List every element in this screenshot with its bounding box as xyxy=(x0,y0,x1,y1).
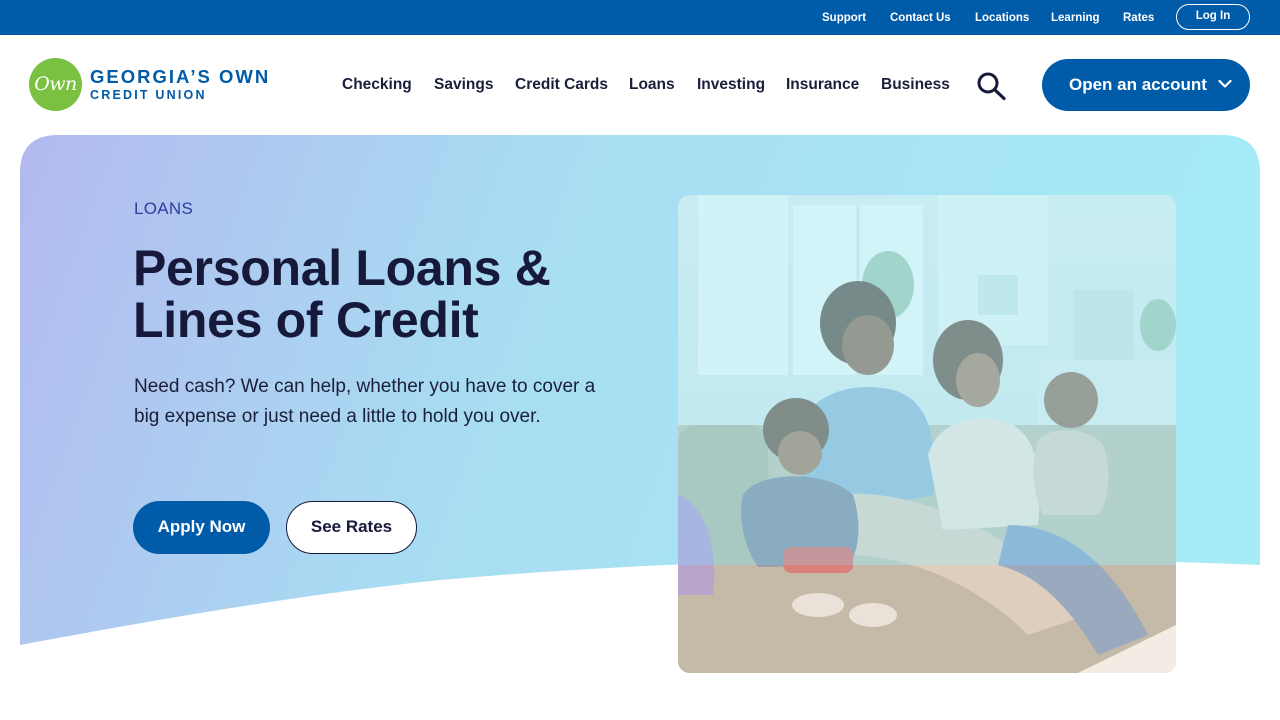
see-rates-button[interactable]: See Rates xyxy=(286,501,417,554)
open-account-label: Open an account xyxy=(1069,75,1207,94)
nav-item-checking[interactable]: Checking xyxy=(342,76,412,94)
nav-item-savings[interactable]: Savings xyxy=(434,76,493,94)
brand-name: GEORGIA’S OWN xyxy=(90,66,271,87)
login-button[interactable]: Log In xyxy=(1176,4,1250,30)
hero-headline: Personal Loans & Lines of Credit xyxy=(133,240,551,348)
nav-item-investing[interactable]: Investing xyxy=(697,76,765,94)
hero-intro: Need cash? We can help, whether you have… xyxy=(134,376,596,427)
family-photo-illustration xyxy=(678,195,1176,673)
utility-bar: Support Contact Us Locations Learning Ra… xyxy=(0,0,1280,35)
util-link-contact-us[interactable]: Contact Us xyxy=(890,12,951,24)
nav-item-business[interactable]: Business xyxy=(881,76,950,94)
logo-badge: Own xyxy=(29,58,82,111)
nav-item-insurance[interactable]: Insurance xyxy=(786,76,859,94)
nav-item-credit-cards[interactable]: Credit Cards xyxy=(515,76,608,94)
search-icon xyxy=(977,72,1006,101)
brand-logo[interactable]: Own GEORGIA’S OWN CREDIT UNION xyxy=(29,58,279,112)
util-link-rates[interactable]: Rates xyxy=(1123,12,1154,24)
nav-item-loans[interactable]: Loans xyxy=(629,76,675,94)
hero-eyebrow: LOANS xyxy=(134,199,194,218)
search-button[interactable] xyxy=(976,71,1008,101)
apply-now-button[interactable]: Apply Now xyxy=(133,501,270,554)
util-link-learning[interactable]: Learning xyxy=(1051,12,1100,24)
util-link-support[interactable]: Support xyxy=(822,12,866,24)
open-account-button[interactable]: Open an account xyxy=(1042,59,1250,111)
brand-subtitle: CREDIT UNION xyxy=(90,88,207,102)
chevron-down-icon xyxy=(1218,79,1232,88)
util-link-locations[interactable]: Locations xyxy=(975,12,1029,24)
hero-family-photo xyxy=(678,195,1176,673)
